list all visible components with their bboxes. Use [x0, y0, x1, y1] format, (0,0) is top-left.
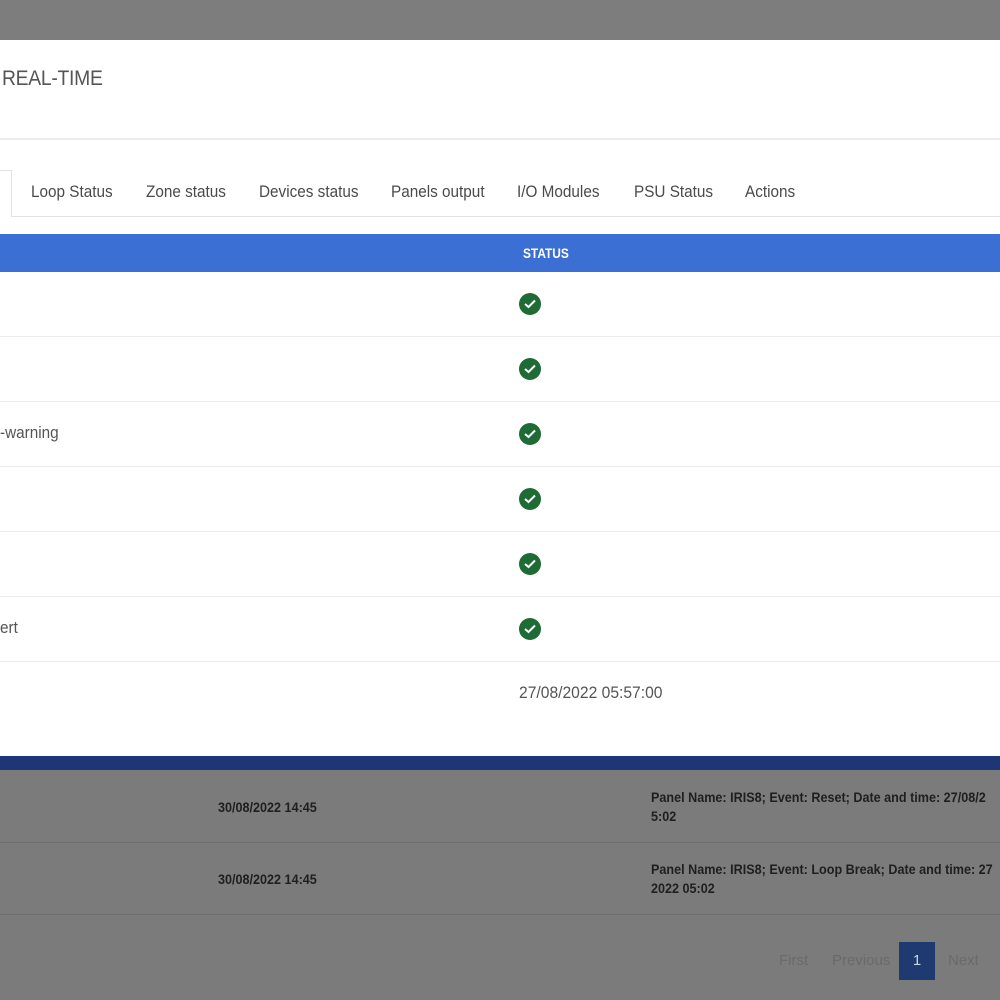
status-column-header: STATUS	[523, 245, 569, 261]
table-row: 30/08/2022 14:45 Panel Name: IRIS8; Even…	[0, 770, 1000, 843]
pagination-first[interactable]: First	[779, 952, 808, 969]
table-row	[0, 337, 1000, 402]
pagination-next[interactable]: Next	[948, 952, 979, 969]
pagination: First Previous 1 Next	[0, 942, 1000, 980]
check-circle-icon	[519, 423, 541, 445]
pagination-previous[interactable]: Previous	[832, 952, 890, 969]
table-row	[0, 272, 1000, 337]
table-row: ert	[0, 597, 1000, 662]
tab-io-modules[interactable]: I/O Modules	[517, 182, 599, 202]
event-description: Panel Name: IRIS8; Event: Reset; Date an…	[651, 789, 986, 824]
realtime-modal: REAL-TIME Loop Status Zone status Device…	[0, 40, 1000, 758]
modal-title: REAL-TIME	[2, 67, 103, 90]
tab-actions[interactable]: Actions	[745, 182, 795, 202]
overlay-top-bar	[0, 0, 1000, 40]
table-row: 27/08/2022 05:57:00	[0, 662, 1000, 726]
check-circle-icon	[519, 358, 541, 380]
tab-zone-status[interactable]: Zone status	[146, 182, 226, 202]
tab-loop-status[interactable]: Loop Status	[31, 182, 113, 202]
check-circle-icon	[519, 488, 541, 510]
check-circle-icon	[519, 293, 541, 315]
check-circle-icon	[519, 553, 541, 575]
table-row	[0, 467, 1000, 532]
modal-footer-bar	[0, 756, 1000, 770]
tab-bar: Loop Status Zone status Devices status P…	[0, 170, 1000, 217]
tab-devices-status[interactable]: Devices status	[259, 182, 358, 202]
row-label: -warning	[0, 423, 59, 442]
event-date: 30/08/2022 14:45	[218, 871, 317, 887]
timestamp-value: 27/08/2022 05:57:00	[519, 683, 663, 702]
pagination-current-page[interactable]: 1	[899, 942, 935, 980]
table-row: -warning	[0, 402, 1000, 467]
table-header: STATUS	[0, 234, 1000, 272]
tab-panels-output[interactable]: Panels output	[391, 182, 485, 202]
tab-psu-status[interactable]: PSU Status	[634, 182, 713, 202]
check-circle-icon	[519, 618, 541, 640]
table-row: 30/08/2022 14:45 Panel Name: IRIS8; Even…	[0, 842, 1000, 915]
event-date: 30/08/2022 14:45	[218, 799, 317, 815]
row-label: ert	[0, 618, 18, 637]
title-divider	[0, 138, 1000, 140]
table-row	[0, 532, 1000, 597]
tab-active[interactable]	[0, 170, 12, 217]
event-description: Panel Name: IRIS8; Event: Loop Break; Da…	[651, 861, 993, 896]
